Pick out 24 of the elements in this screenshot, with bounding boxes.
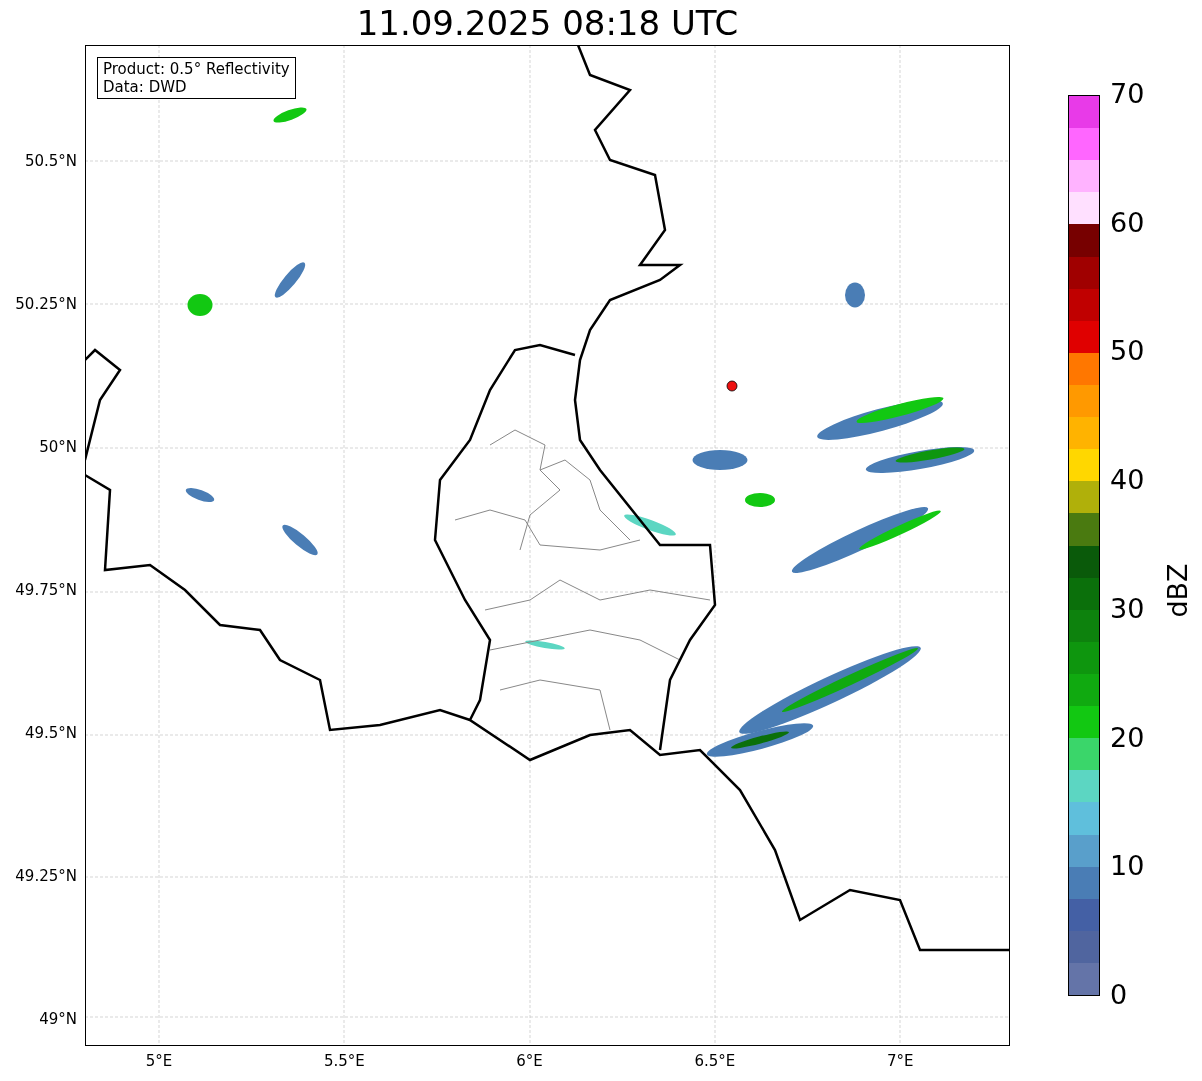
latitude-label: 50.25°N — [15, 295, 77, 313]
colorbar-tick-label: 40 — [1110, 464, 1145, 497]
latitude-label: 49.75°N — [15, 581, 77, 599]
latitude-label: 49.5°N — [24, 724, 77, 742]
colorbar-tick-label: 0 — [1110, 978, 1128, 1011]
latitude-label: 49°N — [39, 1010, 77, 1028]
latitude-label: 50.5°N — [24, 152, 77, 170]
longitude-label: 6°E — [516, 1052, 543, 1070]
latitude-label: 49.25°N — [15, 867, 77, 885]
info-text: Data: DWD — [103, 78, 188, 96]
colorbar-tick-label: 70 — [1110, 78, 1145, 110]
colorbar-tick-label: 10 — [1110, 850, 1145, 883]
colorbar-label: dBZ — [1161, 563, 1193, 618]
longitude-label: 7°E — [886, 1052, 914, 1070]
colorbar-tick-label: 60 — [1110, 206, 1145, 239]
colorbar-tick-label: 30 — [1110, 592, 1145, 625]
chart-title: 11.09.2025 08:18 UTC — [356, 3, 739, 45]
colorbar-tick-label: 20 — [1110, 721, 1145, 754]
longitude-label: 5°E — [145, 1052, 173, 1070]
longitude-label: 5.5°E — [323, 1052, 365, 1070]
colorbar-tick-label: 50 — [1110, 335, 1145, 368]
longitude-label: 6.5°E — [694, 1052, 736, 1070]
info-text: Product: 0.5° Reflectivity — [103, 60, 290, 78]
latitude-label: 50°N — [39, 438, 77, 456]
